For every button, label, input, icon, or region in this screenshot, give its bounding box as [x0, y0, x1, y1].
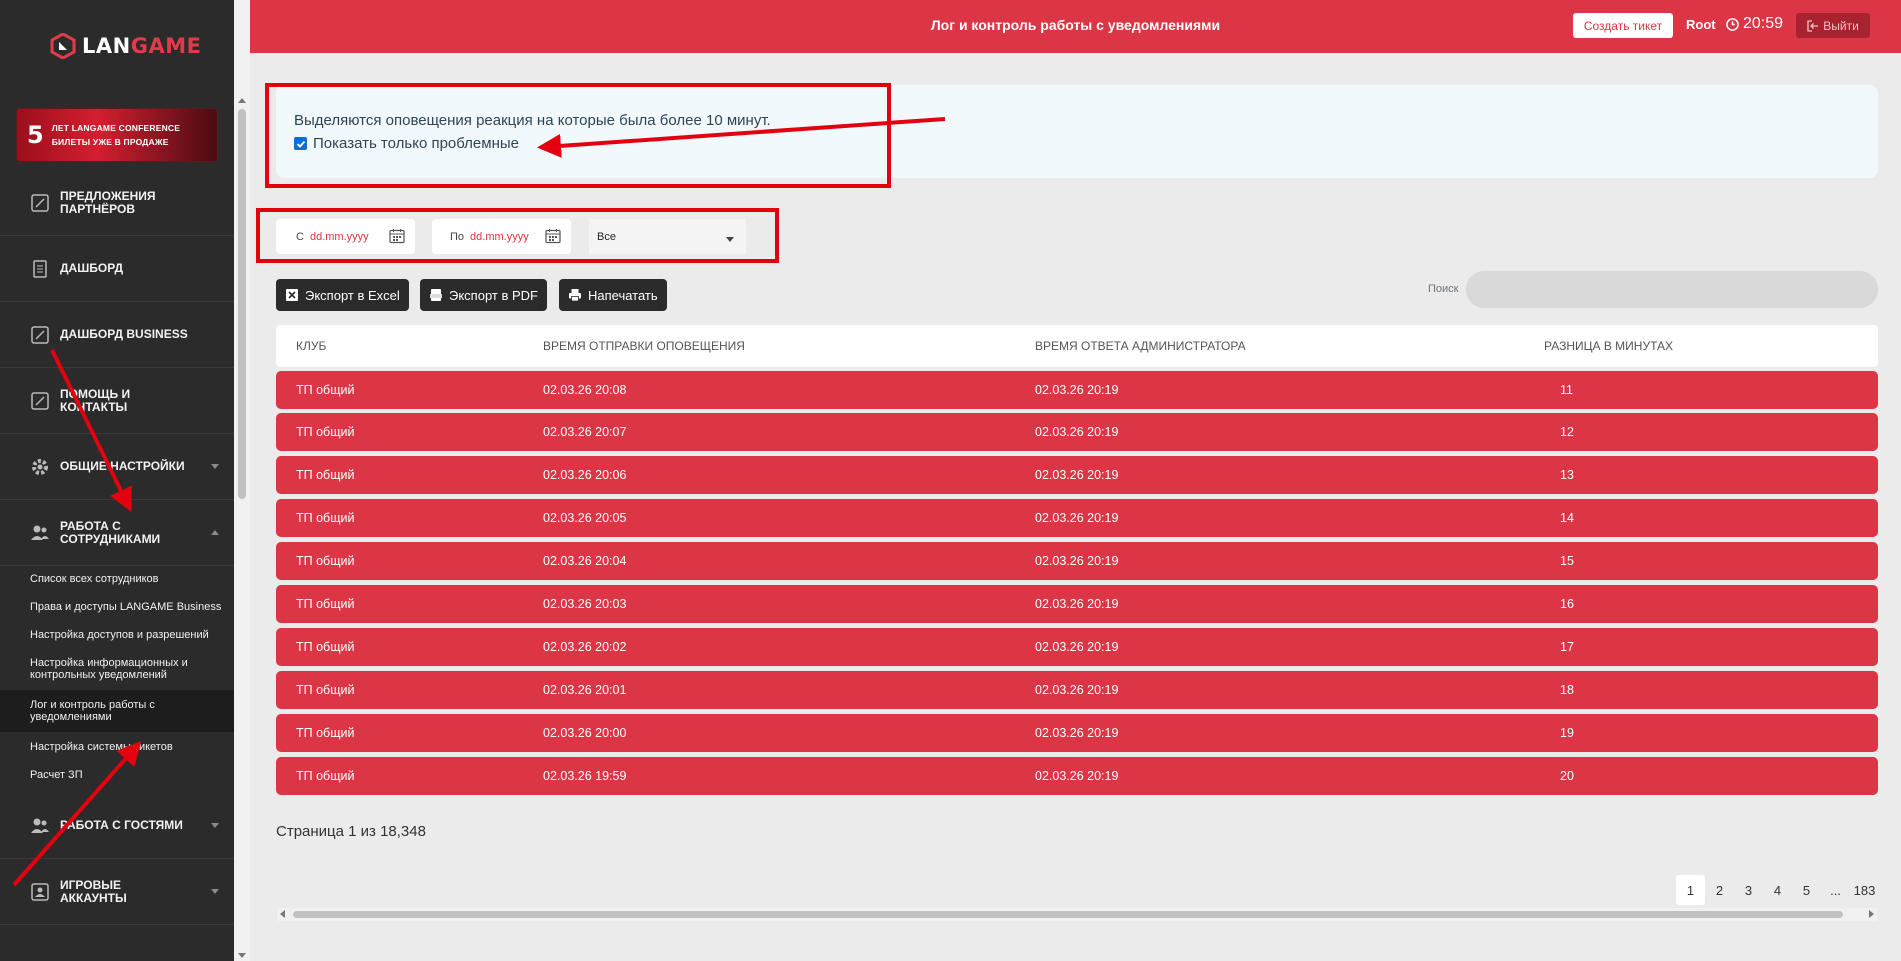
sidebar: LANGAME 5 ЛЕТ LANGAME CONFERENCE БИЛЕТЫ … [0, 0, 234, 961]
table-row[interactable]: ТП общий 02.03.26 20:04 02.03.26 20:19 15 [276, 542, 1878, 580]
search-input[interactable] [1466, 271, 1878, 308]
sidebar-item-settings[interactable]: Общие настройки [0, 434, 234, 500]
column-header-reply-time[interactable]: Время ответа администратора [1035, 339, 1246, 353]
sidebar-nav: Предложения партнёров Дашборд Дашборд Bu… [0, 170, 234, 925]
table-row[interactable]: ТП общий 02.03.26 20:07 02.03.26 20:19 12 [276, 413, 1878, 451]
page-button[interactable]: 3 [1734, 875, 1763, 905]
document-icon [30, 259, 50, 279]
promo-banner[interactable]: 5 ЛЕТ LANGAME CONFERENCE БИЛЕТЫ УЖЕ В ПР… [16, 108, 218, 162]
create-ticket-button[interactable]: Создать тикет [1573, 13, 1673, 38]
excel-icon [286, 289, 298, 301]
promo-text: ЛЕТ LANGAME CONFERENCE БИЛЕТЫ УЖЕ В ПРОД… [51, 123, 181, 147]
submenu-item-tickets[interactable]: Настройка системы тикетов [0, 732, 234, 762]
clock-icon [1726, 17, 1739, 31]
top-header: Лог и контроль работы с уведомлениями Со… [250, 0, 1901, 53]
chevron-down-icon [211, 889, 219, 894]
page-ellipsis: ... [1830, 882, 1841, 898]
submenu-item-notification-settings[interactable]: Настройка информационных и контрольных у… [0, 648, 234, 690]
table-row[interactable]: ТП общий 02.03.26 20:05 02.03.26 20:19 14 [276, 499, 1878, 537]
table-header: Клуб Время отправки оповещения Время отв… [276, 325, 1878, 367]
submenu-item-notification-log[interactable]: Лог и контроль работы с уведомлениями [0, 690, 234, 732]
column-header-club[interactable]: Клуб [296, 339, 326, 353]
sidebar-scroll-thumb[interactable] [238, 109, 246, 499]
logo[interactable]: LANGAME [50, 33, 201, 59]
users-icon [30, 816, 50, 836]
submenu-item-all-staff[interactable]: Список всех сотрудников [0, 566, 234, 592]
staff-submenu: Список всех сотрудников Права и доступы … [0, 566, 234, 793]
sidebar-item-dashboard-business[interactable]: Дашборд Business [0, 302, 234, 368]
sidebar-item-help[interactable]: Помощь и контакты [0, 368, 234, 434]
sidebar-scrollbar[interactable] [236, 95, 248, 961]
export-excel-button[interactable]: Экспорт в Excel [276, 279, 409, 311]
table-row[interactable]: ТП общий 02.03.26 20:01 02.03.26 20:19 18 [276, 671, 1878, 709]
pagination: 1 2 3 4 5 ... 183 [1676, 875, 1879, 905]
page-button[interactable]: 1 [1676, 875, 1705, 905]
clock: 20:59 [1726, 15, 1783, 33]
search-label: Поиск [1428, 283, 1459, 295]
table-row[interactable]: ТП общий 02.03.26 20:03 02.03.26 20:19 16 [276, 585, 1878, 623]
scroll-up-arrow-icon[interactable] [238, 98, 246, 103]
submenu-item-rights[interactable]: Права и доступы LANGAME Business [0, 592, 234, 622]
edit-icon [30, 325, 50, 345]
sidebar-item-dashboard[interactable]: Дашборд [0, 236, 234, 302]
submenu-item-access-settings[interactable]: Настройка доступов и разрешений [0, 622, 234, 648]
sidebar-item-guests[interactable]: Работа с гостями [0, 793, 234, 859]
table-row[interactable]: ТП общий 02.03.26 19:59 02.03.26 20:19 20 [276, 757, 1878, 795]
pdf-icon [430, 289, 442, 301]
user-name[interactable]: Root [1686, 17, 1716, 32]
annotation-box-info [265, 83, 891, 188]
scroll-down-arrow-icon[interactable] [238, 953, 246, 958]
clock-time: 20:59 [1743, 15, 1784, 32]
promo-number: 5 [27, 121, 44, 149]
langame-logo-icon [50, 33, 76, 59]
column-header-diff[interactable]: Разница в минутах [1544, 339, 1673, 353]
printer-icon [569, 289, 581, 302]
account-icon [30, 882, 50, 902]
page-button[interactable]: 2 [1705, 875, 1734, 905]
horizontal-scroll-thumb[interactable] [293, 911, 1843, 918]
print-button[interactable]: Напечатать [559, 279, 667, 311]
logout-icon [1807, 19, 1819, 32]
column-header-sent-time[interactable]: Время отправки оповещения [543, 339, 745, 353]
edit-icon [30, 193, 50, 213]
chevron-down-icon [211, 823, 219, 828]
sidebar-item-staff[interactable]: Работа с сотрудниками [0, 500, 234, 566]
submenu-item-salary[interactable]: Расчет ЗП [0, 762, 234, 793]
table-row[interactable]: ТП общий 02.03.26 20:08 02.03.26 20:19 11 [276, 371, 1878, 409]
logout-button[interactable]: Выйти [1796, 13, 1870, 38]
horizontal-scrollbar[interactable] [277, 908, 1877, 921]
page-button[interactable]: 4 [1763, 875, 1792, 905]
chevron-up-icon [211, 530, 219, 535]
chevron-down-icon [211, 464, 219, 469]
sidebar-item-partners[interactable]: Предложения партнёров [0, 170, 234, 236]
edit-icon [30, 391, 50, 411]
scroll-right-arrow-icon[interactable] [1869, 910, 1874, 918]
table-row[interactable]: ТП общий 02.03.26 20:06 02.03.26 20:19 13 [276, 456, 1878, 494]
users-icon [30, 523, 50, 543]
table-row[interactable]: ТП общий 02.03.26 20:02 02.03.26 20:19 17 [276, 628, 1878, 666]
gear-icon [30, 457, 50, 477]
table-row[interactable]: ТП общий 02.03.26 20:00 02.03.26 20:19 19 [276, 714, 1878, 752]
pagination-info: Страница 1 из 18,348 [276, 823, 426, 840]
page-button[interactable]: 5 [1792, 875, 1821, 905]
scroll-left-arrow-icon[interactable] [280, 910, 285, 918]
logo-text: LANGAME [82, 34, 202, 58]
sidebar-item-game-accounts[interactable]: Игровые аккаунты [0, 859, 234, 925]
annotation-box-filters [256, 208, 779, 263]
page-button[interactable]: 183 [1850, 875, 1879, 905]
logout-label: Выйти [1823, 18, 1859, 33]
export-pdf-button[interactable]: Экспорт в PDF [420, 279, 547, 311]
